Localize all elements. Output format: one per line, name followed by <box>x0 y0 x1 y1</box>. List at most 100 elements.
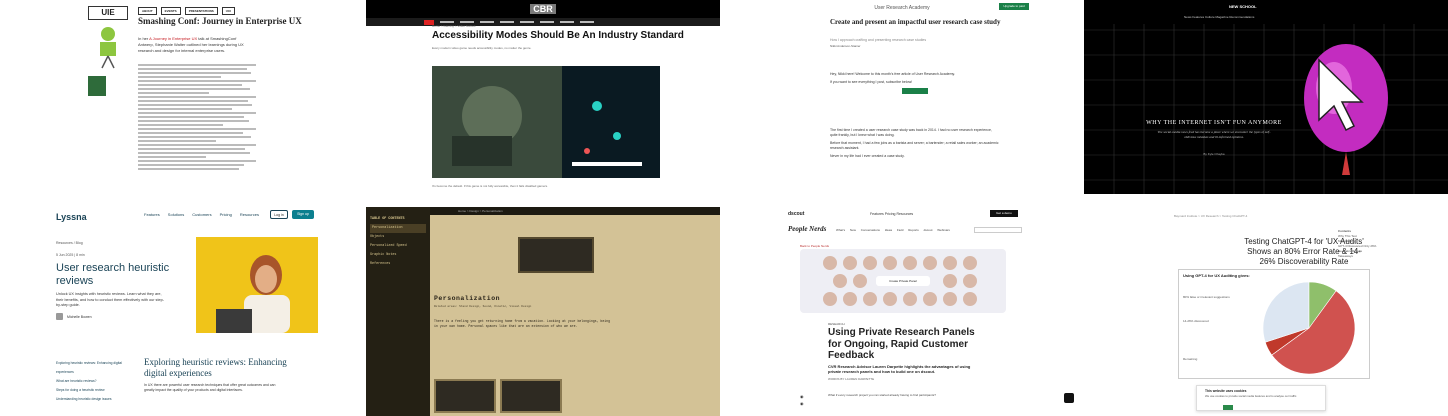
top-nav: Features Solutions Customers Pricing Res… <box>144 212 259 217</box>
uie-logo[interactable]: UIE <box>88 6 128 20</box>
tile-lyssna-article: Lyssna Features Solutions Customers Pric… <box>0 207 364 416</box>
thumbnail-image[interactable] <box>434 379 496 413</box>
byline: WORDS BY LAUREN DARPETTE <box>828 377 875 381</box>
masthead-logo[interactable]: NEW SCHOOL <box>1229 4 1257 9</box>
article-body-continued: The first time I created a user research… <box>830 128 1000 162</box>
menu-item[interactable] <box>580 21 594 23</box>
cbr-logo[interactable]: CBR <box>530 4 556 14</box>
people-nerds-logo[interactable]: People Nerds <box>788 225 826 233</box>
toc-item[interactable]: Personalized Speed <box>370 242 426 251</box>
slice-label: 14-26% discovered <box>1183 319 1209 323</box>
nav-events[interactable]: EVENTS <box>160 7 181 15</box>
toc-item[interactable]: Steps for doing a heuristic review <box>56 386 126 395</box>
article-title: Using Private Research Panels for Ongoin… <box>828 327 975 361</box>
menu-item[interactable] <box>540 21 554 23</box>
menu-item[interactable] <box>460 21 474 23</box>
game-screenshot-image <box>432 66 660 178</box>
lyssna-logo[interactable]: Lyssna <box>56 212 87 222</box>
dscout-logo[interactable]: dscout <box>788 211 804 217</box>
back-link[interactable]: Back to People Nerds <box>800 244 829 248</box>
pie-chart: 80% false or irrelevant suggestions 14-26… <box>1183 281 1356 375</box>
cookie-accept-button[interactable] <box>1223 405 1233 410</box>
menu-item[interactable] <box>520 21 534 23</box>
article-subtitle: The social-media news feed has become a … <box>1157 130 1271 139</box>
nav-customers[interactable]: Customers <box>192 212 211 217</box>
tile-cbr-article: CBR Home > Gaming > Video Games Accessib… <box>366 0 720 205</box>
share-icons: ◉ ◉ <box>800 393 804 407</box>
breadcrumb[interactable]: Baymard Institute > UX Research > Testin… <box>1174 214 1247 218</box>
nav-resources[interactable]: Resources <box>240 212 259 217</box>
create-panel-button[interactable]: Create Private Panel <box>876 276 930 286</box>
post-date: 5 Jun 2025 | 8 min <box>56 253 85 257</box>
tile-uie-article: UIE ABOUT EVENTS PRESENTATIONS UXI Smash… <box>0 0 364 205</box>
avatar <box>56 313 63 320</box>
section-meta: Related areas: Stand Design, Sound, Kine… <box>434 305 532 308</box>
book-cover-image[interactable] <box>88 76 106 96</box>
nav-uxi[interactable]: UXI <box>221 7 235 15</box>
breadcrumb[interactable]: Resources / Blog <box>56 241 83 245</box>
grid-background-icon <box>1084 24 1448 194</box>
article-body-lines <box>138 62 256 172</box>
cookie-banner: This website uses cookies We use cookies… <box>1196 385 1326 411</box>
chat-icon[interactable] <box>1064 393 1074 403</box>
article-intro: In her A Journey in Enterprise UX talk a… <box>138 36 250 54</box>
thumbnail-image[interactable] <box>500 379 562 413</box>
nav-pricing[interactable]: Pricing <box>220 212 232 217</box>
login-button[interactable]: Log in <box>270 210 288 219</box>
breadcrumb[interactable]: Home > Gaming > Video Games <box>432 24 475 28</box>
intro-link[interactable]: A Journey in Enterprise UX <box>149 36 197 41</box>
subscribe-button[interactable] <box>902 88 928 94</box>
top-nav[interactable]: Features Pricing Resources <box>870 212 913 216</box>
section-tabs[interactable]: What's New Conversations Ideas Field Rep… <box>836 228 950 232</box>
paragraph: The first time I created a user research… <box>830 128 992 137</box>
toc-item[interactable]: Understanding heuristic design issues <box>56 395 126 404</box>
tile-new-yorker-article: NEW SCHOOL News Features Culture Magazin… <box>1084 0 1448 205</box>
toc-item[interactable]: Exploring heuristic reviews: Enhancing d… <box>56 359 126 377</box>
menu-item[interactable] <box>480 21 494 23</box>
nav-solutions[interactable]: Solutions <box>168 212 184 217</box>
top-nav[interactable]: News Features Culture Magazine Recommend… <box>1184 15 1254 19</box>
menu-item[interactable] <box>440 21 454 23</box>
search-input[interactable] <box>974 227 1022 233</box>
author-name[interactable]: Nikki Anderson-Stanier <box>830 44 861 48</box>
cookie-body: We use cookies to provide social media f… <box>1205 394 1298 398</box>
tile-dscout-article: dscout Features Pricing Resources Get a … <box>722 207 1082 416</box>
breadcrumb[interactable]: Home > Design > Personalization <box>458 209 503 213</box>
menu-item[interactable] <box>500 21 514 23</box>
article-subtitle: How I approach crafting and presenting r… <box>830 38 927 42</box>
toc-item[interactable]: Graphic Notes <box>370 251 426 260</box>
share-icon[interactable]: ◉ <box>800 400 804 407</box>
menu-item[interactable] <box>560 21 574 23</box>
bottom-banner <box>1084 194 1448 205</box>
toc-item[interactable]: What are heuristic reviews? <box>56 377 126 386</box>
pie-chart-panel: Using GPT-4 for UX Auditing gives: 80% f… <box>1178 269 1370 379</box>
nav-features[interactable]: Features <box>144 212 160 217</box>
screenshot-grid: UIE ABOUT EVENTS PRESENTATIONS UXI Smash… <box>0 0 1448 416</box>
article-paragraph: What if every research project you ran s… <box>828 393 936 397</box>
nav-presentations[interactable]: PRESENTATIONS <box>184 7 218 15</box>
tile-baymard-article: Baymard Institute > UX Research > Testin… <box>1084 207 1448 416</box>
slice-label: 80% false or irrelevant suggestions <box>1183 295 1230 299</box>
toc-item[interactable]: Objects <box>370 233 426 242</box>
article-title: User research heuristic reviews <box>56 262 170 287</box>
nav-about[interactable]: ABOUT <box>138 7 157 15</box>
upgrade-button[interactable]: Upgrade to paid <box>999 3 1029 10</box>
article-dek: Unlock UX insights with heuristic review… <box>56 292 164 307</box>
section-heading: Personalization <box>434 295 501 302</box>
contents-item[interactable]: Takeaways <box>1338 254 1418 259</box>
article-title: Create and present an impactful user res… <box>830 18 1001 26</box>
signup-button[interactable]: Sign up <box>292 210 314 219</box>
toc-item-active[interactable]: Personalization <box>370 224 426 233</box>
author[interactable]: Michelle Bowen <box>56 313 92 320</box>
article-body: Hey, Nikki here! Welcome to this month's… <box>830 72 1000 94</box>
toc-sidebar: TABLE OF CONTENTS Personalization Object… <box>366 207 430 416</box>
paragraph: Never in my life had I ever created a ca… <box>830 154 905 158</box>
paragraph: If you want to see everything I post, su… <box>830 80 913 84</box>
demo-button[interactable]: Get a demo <box>990 210 1018 217</box>
byline[interactable]: By Kyle Chayka <box>1156 152 1272 156</box>
ui-screenshot-image <box>518 237 594 273</box>
category-kicker[interactable]: RESEARCH <box>828 322 845 326</box>
toc-item[interactable]: References <box>370 260 426 269</box>
paragraph: Before that moment, I had a few jobs as … <box>830 141 999 150</box>
share-icon[interactable]: ◉ <box>800 393 804 400</box>
